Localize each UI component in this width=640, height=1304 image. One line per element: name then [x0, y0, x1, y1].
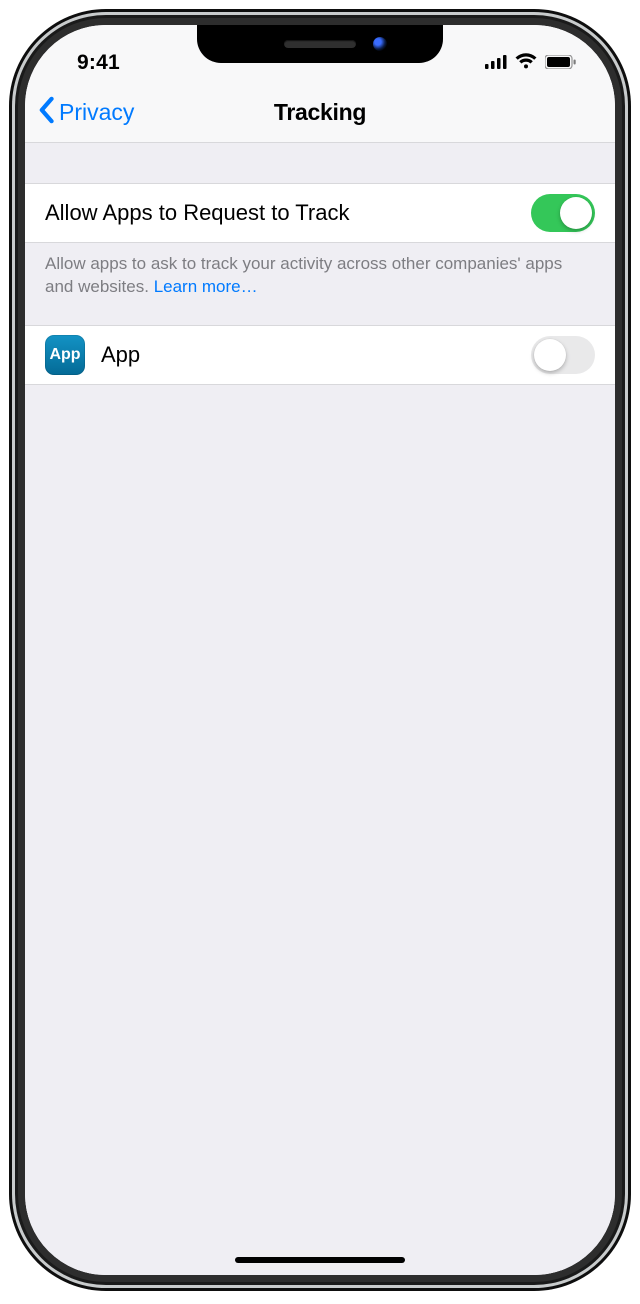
speaker-grill	[284, 40, 356, 48]
home-indicator[interactable]	[235, 1257, 405, 1263]
allow-apps-to-track-cell: Allow Apps to Request to Track	[25, 183, 615, 243]
allow-apps-to-track-toggle[interactable]	[531, 194, 595, 232]
allow-tracking-footer-text: Allow apps to ask to track your activity…	[45, 254, 562, 296]
wifi-icon	[515, 51, 537, 75]
battery-icon	[545, 51, 577, 75]
back-button[interactable]: Privacy	[37, 96, 134, 130]
learn-more-link[interactable]: Learn more…	[154, 277, 258, 296]
chevron-left-icon	[37, 96, 55, 130]
allow-tracking-footer: Allow apps to ask to track your activity…	[25, 243, 615, 325]
notch	[197, 25, 443, 63]
apps-list: App App	[25, 325, 615, 385]
app-icon: App	[45, 335, 85, 375]
back-label: Privacy	[59, 99, 134, 126]
settings-content: Allow Apps to Request to Track Allow app…	[25, 143, 615, 1275]
app-name-label: App	[101, 342, 531, 368]
app-tracking-toggle[interactable]	[531, 336, 595, 374]
page-title: Tracking	[274, 99, 366, 126]
front-camera	[373, 37, 387, 51]
cellular-icon	[485, 51, 507, 75]
screen: 9:41 Privacy Tracking	[25, 25, 615, 1275]
iphone-device-frame: 9:41 Privacy Tracking	[18, 18, 622, 1282]
app-tracking-cell: App App	[25, 325, 615, 385]
status-time: 9:41	[55, 51, 120, 75]
nav-bar: Privacy Tracking	[25, 83, 615, 143]
allow-apps-to-track-label: Allow Apps to Request to Track	[45, 200, 531, 226]
